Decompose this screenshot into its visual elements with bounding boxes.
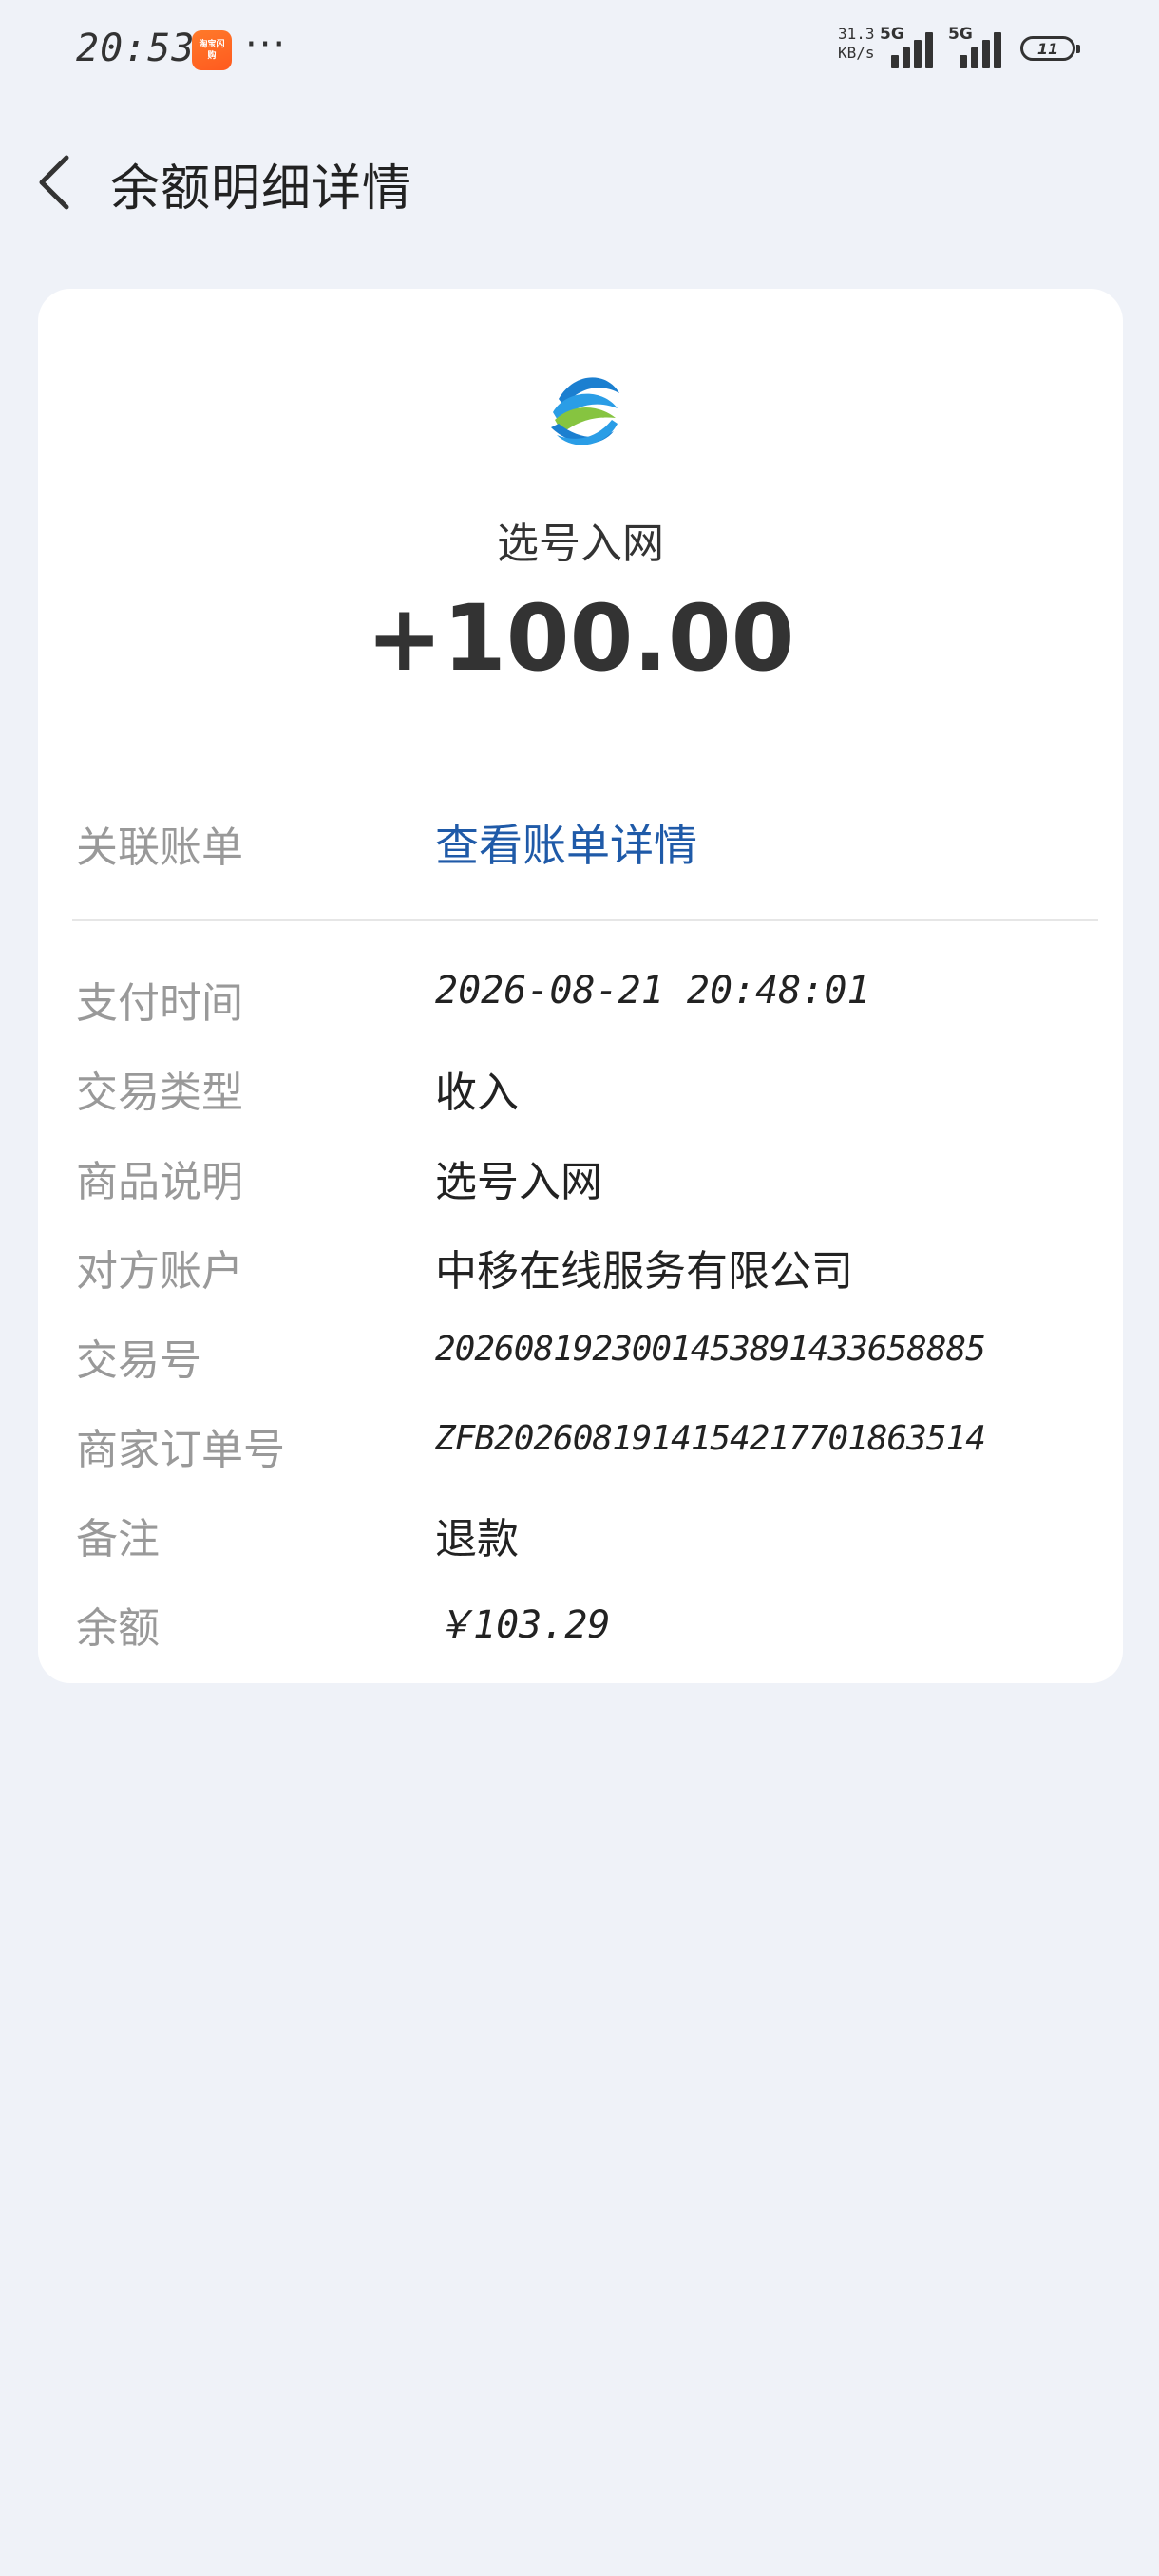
battery-level: 11 [1036, 39, 1059, 58]
detail-value-balance: ￥103.29 [435, 1603, 611, 1647]
detail-label-product-desc: 商品说明 [76, 1158, 243, 1206]
status-bar: 20:53 淘宝闪购 ··· 31.3 KB/s 5G 5G 11 [0, 0, 1159, 95]
status-time: 20:53 [76, 27, 196, 70]
related-bill-label: 关联账单 [76, 824, 243, 872]
transaction-detail-card: 选号入网 +100.00 关联账单 查看账单详情 支付时间 2026-08-21… [38, 289, 1123, 1683]
detail-label-trade-no: 交易号 [76, 1336, 201, 1385]
more-notifications-icon: ··· [245, 23, 288, 66]
detail-value-trade-type: 收入 [435, 1069, 519, 1117]
chevron-left-icon [39, 155, 69, 210]
network-speed: 31.3 KB/s [838, 25, 875, 62]
detail-value-pay-time: 2026-08-21 20:48:01 [435, 969, 870, 1013]
detail-value-counterparty: 中移在线服务有限公司 [435, 1247, 853, 1296]
detail-value-product-desc: 选号入网 [435, 1158, 602, 1206]
china-mobile-logo-icon [551, 377, 619, 445]
back-button[interactable] [34, 152, 76, 213]
page-title: 余额明细详情 [110, 161, 413, 218]
view-bill-details-link[interactable]: 查看账单详情 [435, 811, 697, 874]
divider [72, 919, 1098, 921]
taobao-app-icon: 淘宝闪购 [192, 30, 232, 70]
signal-strength-icon-2 [960, 28, 1007, 68]
detail-label-pay-time: 支付时间 [76, 979, 243, 1028]
detail-value-remark: 退款 [435, 1515, 519, 1563]
detail-label-balance: 余额 [76, 1604, 160, 1653]
detail-label-counterparty: 对方账户 [76, 1247, 243, 1296]
detail-value-merchant-order-no[interactable]: ZFB2026081914154217701863514 [435, 1419, 986, 1458]
detail-value-trade-no[interactable]: 2026081923001453891433658885 [435, 1330, 986, 1369]
detail-label-trade-type: 交易类型 [76, 1069, 243, 1117]
detail-label-merchant-order-no: 商家订单号 [76, 1426, 285, 1474]
battery-icon: 11 [1020, 36, 1080, 61]
detail-label-remark: 备注 [76, 1515, 160, 1563]
signal-strength-icon [891, 28, 939, 68]
transaction-amount: +100.00 [366, 585, 795, 691]
merchant-name: 选号入网 [497, 520, 664, 568]
